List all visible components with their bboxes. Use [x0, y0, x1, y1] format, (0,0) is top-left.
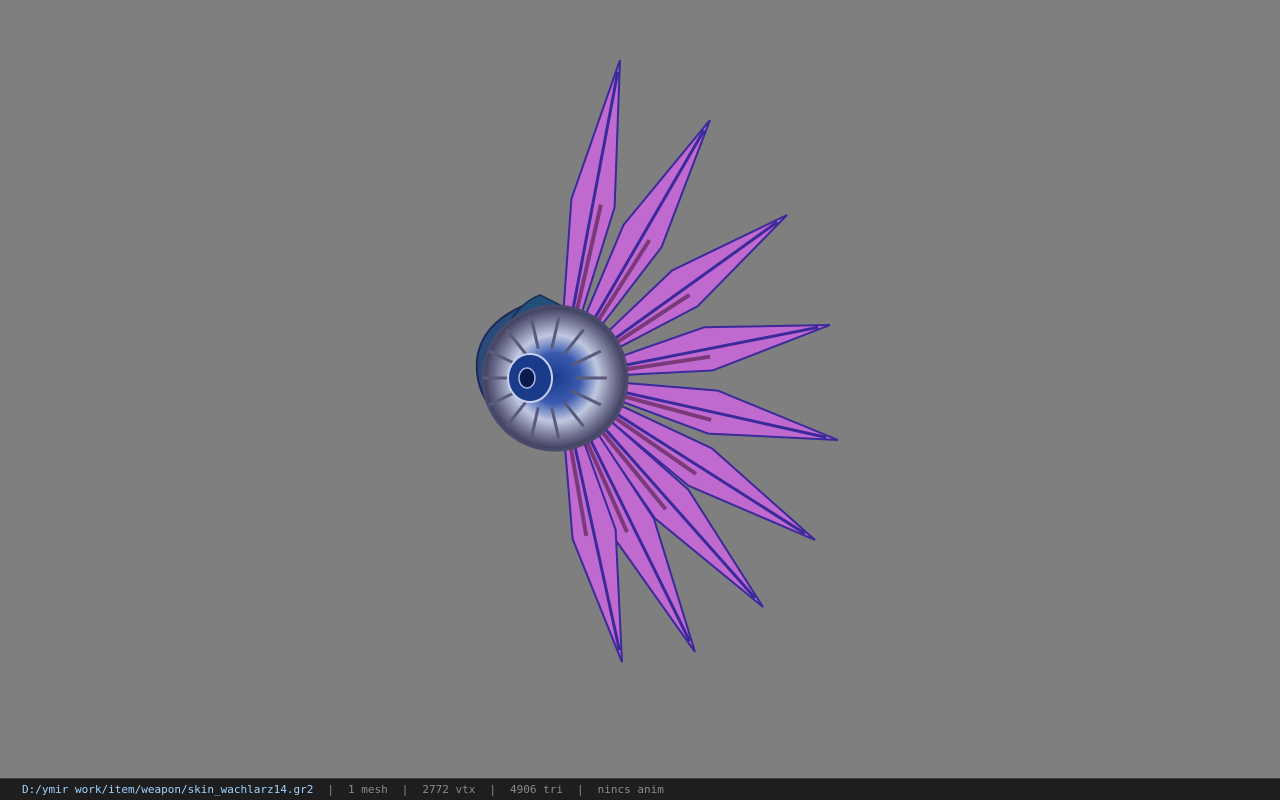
fan-hub-center	[518, 367, 536, 389]
status-bar: D:/ymir work/item/weapon/skin_wachlarz14…	[0, 778, 1280, 800]
separator: |	[577, 783, 584, 796]
anim-status: nincs anim	[597, 783, 664, 796]
3d-viewport[interactable]	[0, 0, 1280, 778]
separator: |	[401, 783, 409, 796]
mesh-count: 1 mesh	[348, 783, 388, 796]
triangle-count: 4906 tri	[510, 783, 563, 796]
vertex-count: 2772 vtx	[422, 783, 476, 796]
separator: |	[327, 783, 335, 796]
file-path: D:/ymir work/item/weapon/skin_wachlarz14…	[22, 783, 314, 796]
fan-weapon-model[interactable]	[0, 0, 1280, 778]
separator: |	[489, 783, 497, 796]
